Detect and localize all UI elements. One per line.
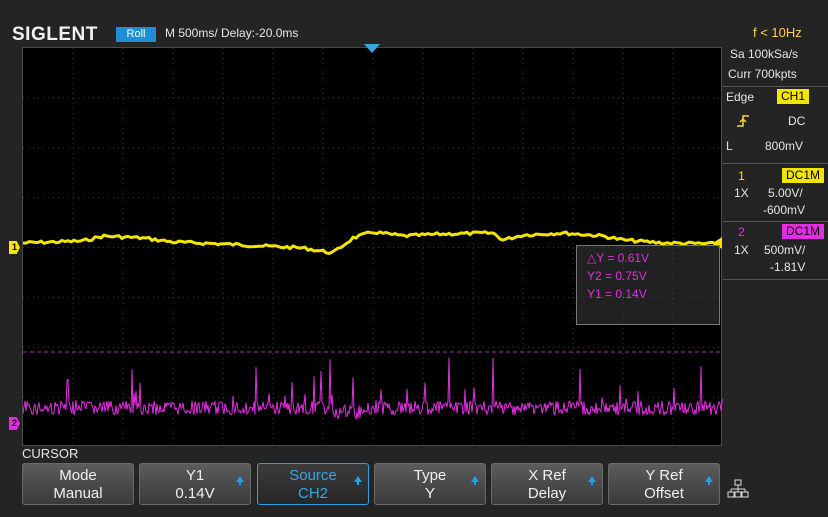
panel-divider	[723, 86, 828, 87]
softkey-value: Offset	[644, 485, 684, 502]
softkey-label: Mode	[59, 467, 97, 484]
softkey-value: Delay	[527, 485, 567, 502]
timebase-readout: M 500ms/ Delay:-20.0ms	[165, 26, 299, 40]
trigger-coupling: DC	[788, 114, 806, 128]
frequency-counter: f < 10Hz	[753, 25, 802, 40]
ch2-offset-marker[interactable]: 2	[9, 417, 20, 430]
up-arrow-icon-stem	[239, 481, 241, 485]
panel-divider	[723, 279, 828, 280]
rising-edge-icon	[736, 114, 750, 128]
softkey-value: Manual	[53, 485, 103, 502]
softkey-mode[interactable]: Mode Manual	[22, 463, 134, 505]
sample-rate: Sa 100kSa/s	[730, 47, 799, 61]
ch1-offset: -600mV	[763, 203, 806, 217]
cursor-readout-panel: △Y = 0.61V Y2 = 0.75V Y1 = 0.14V	[576, 245, 720, 325]
menu-title: CURSOR	[22, 446, 79, 461]
ch2-scale: 500mV/	[764, 243, 806, 257]
ch1-probe: 1X	[734, 186, 749, 200]
softkey-label: X Ref	[528, 467, 566, 484]
trigger-source-badge: CH1	[777, 89, 810, 104]
trigger-position-marker[interactable]	[364, 44, 380, 53]
ch1-offset-marker[interactable]: 1	[9, 241, 20, 254]
panel-divider	[723, 221, 828, 222]
ch1-scale: 5.00V/	[768, 186, 803, 200]
up-arrow-icon-stem	[474, 481, 476, 485]
softkey-value: CH2	[297, 485, 328, 502]
softkey-label: Type	[413, 467, 447, 484]
ch1-number[interactable]: 1	[723, 168, 760, 184]
softkey-value: 0.14V	[175, 485, 215, 502]
ch1-coupling-badge: DC1M	[782, 168, 825, 183]
up-arrow-icon-stem	[591, 481, 593, 485]
ch2-offset: -1.81V	[770, 260, 806, 274]
cursor-y2-value: Y2 = 0.75V	[587, 269, 647, 283]
panel-divider	[723, 163, 828, 164]
softkey-y1[interactable]: Y1 0.14V	[139, 463, 251, 505]
cursor-y1-value: Y1 = 0.14V	[587, 287, 647, 301]
ch2-number[interactable]: 2	[723, 224, 760, 240]
softkey-label: Y1	[185, 467, 205, 484]
trigger-type: Edge	[726, 90, 755, 104]
trigger-level-label: L	[726, 139, 733, 153]
ch2-probe: 1X	[734, 243, 749, 257]
memory-depth: Curr 700kpts	[728, 67, 797, 81]
softkey-value: Y	[424, 485, 435, 502]
trigger-level-value: 800mV	[765, 139, 804, 153]
network-icon[interactable]	[727, 478, 749, 500]
softkey-y-ref[interactable]: Y Ref Offset	[608, 463, 720, 505]
softkey-x-ref[interactable]: X Ref Delay	[491, 463, 603, 505]
brand-logo: SIGLENT	[12, 24, 98, 45]
ch2-coupling-badge: DC1M	[782, 224, 825, 239]
cursor-delta-y: △Y = 0.61V	[587, 251, 650, 265]
softkey-source[interactable]: Source CH2	[257, 463, 369, 505]
softkey-label: Y Ref	[645, 467, 683, 484]
up-arrow-icon-stem	[357, 481, 359, 485]
softkey-label: Source	[289, 467, 337, 484]
up-arrow-icon-stem	[708, 481, 710, 485]
softkey-type[interactable]: Type Y	[374, 463, 486, 505]
acquisition-mode-badge: Roll	[116, 27, 156, 42]
